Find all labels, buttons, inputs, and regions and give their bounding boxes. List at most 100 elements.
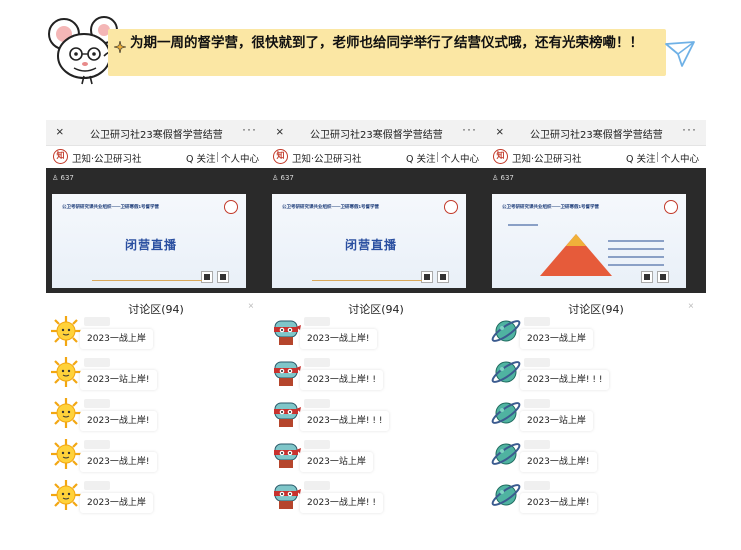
message-bubble: 2023一战上岸! [300, 329, 377, 349]
username-blurred [84, 440, 110, 449]
close-icon[interactable]: × [688, 301, 694, 312]
qr-code-icon [641, 271, 653, 283]
logo-seal-icon [224, 200, 238, 214]
slide-title: 公卫考研研究课共业组织——卫研寒假1号督学营 [62, 204, 160, 209]
username-blurred [304, 440, 330, 449]
message-bubble: 2023一战上岸! ! ! [300, 411, 390, 431]
username-blurred [304, 317, 330, 326]
live-video[interactable]: ♙ 637 公卫考研研究课共业组织——卫研寒假1号督学营 闭营直播 [266, 168, 486, 293]
qr-code-icon [437, 271, 449, 283]
channel-logo[interactable]: 知 [273, 149, 288, 164]
chat-message: 2023一站上岸 [266, 438, 486, 482]
chat-message: 2023一战上岸! ! [266, 479, 486, 522]
channel-logo[interactable]: 知 [493, 149, 508, 164]
follow-button[interactable]: Q 关注 [626, 151, 656, 165]
window-header: × 公卫研习社23寒假督学营结营 ··· [266, 120, 486, 146]
live-video[interactable]: ♙ 637 公卫考研研究课共业组织——卫研寒假1号督学营 闭营直播 [46, 168, 266, 293]
divider [92, 280, 202, 281]
divider [657, 152, 658, 162]
channel-name[interactable]: 卫知·公卫研习社 [72, 151, 142, 165]
close-icon[interactable]: × [56, 124, 64, 139]
channel-name[interactable]: 卫知·公卫研习社 [512, 151, 582, 165]
planet-avatar[interactable] [490, 315, 522, 347]
username-blurred [524, 317, 550, 326]
username-blurred [304, 399, 330, 408]
discussion-area: 讨论区(94) × 2023一战上岸 2023一战上岸! ! ! 2023一站上岸 2… [486, 293, 706, 522]
robot-avatar[interactable] [270, 479, 302, 511]
sun-avatar[interactable] [50, 397, 82, 429]
slide-frame: 公卫考研研究课共业组织——卫研寒假1号督学营 闭营直播 [52, 194, 246, 288]
slide-heading: 闭营直播 [124, 238, 177, 252]
chat-message: 2023一站上岸 [486, 397, 706, 441]
username-blurred [84, 358, 110, 367]
planet-avatar[interactable] [490, 356, 522, 388]
message-bubble: 2023一战上岸! [520, 452, 597, 472]
robot-avatar[interactable] [270, 356, 302, 388]
close-icon[interactable]: × [496, 124, 504, 139]
qr-code-icon [217, 271, 229, 283]
robot-avatar[interactable] [270, 397, 302, 429]
paper-plane-icon [665, 41, 695, 67]
username-blurred [524, 481, 550, 490]
robot-avatar[interactable] [270, 315, 302, 347]
divider [312, 280, 422, 281]
text-line [608, 256, 664, 258]
text-line [608, 248, 664, 250]
personal-center-link[interactable]: 个人中心 [661, 151, 699, 165]
sun-avatar[interactable] [50, 479, 82, 511]
sparkle-icon [114, 41, 126, 53]
chat-message: 2023一站上岸! [46, 356, 266, 400]
close-icon[interactable]: × [276, 124, 284, 139]
chat-message: 2023一战上岸! [486, 438, 706, 482]
channel-logo[interactable]: 知 [53, 149, 68, 164]
slide-frame: 公卫考研研究课共业组织——卫研寒假1号督学营 [492, 194, 686, 288]
slide-title: 公卫考研研究课共业组织——卫研寒假1号督学营 [282, 204, 380, 209]
divider [437, 152, 438, 162]
planet-avatar[interactable] [490, 479, 522, 511]
chat-message: 2023一战上岸! [486, 479, 706, 522]
text-line [608, 264, 664, 266]
username-blurred [304, 358, 330, 367]
more-icon[interactable]: ··· [682, 122, 697, 136]
message-bubble: 2023一站上岸 [300, 452, 373, 472]
text-line [608, 240, 664, 242]
personal-center-link[interactable]: 个人中心 [441, 151, 479, 165]
sun-avatar[interactable] [50, 438, 82, 470]
close-icon[interactable]: × [248, 301, 254, 312]
username-blurred [524, 399, 550, 408]
planet-avatar[interactable] [490, 397, 522, 429]
more-icon[interactable]: ··· [242, 122, 257, 136]
qr-code-icon [657, 271, 669, 283]
message-bubble: 2023一战上岸! ! ! [520, 370, 610, 390]
discussion-area: 讨论区(94) 2023一战上岸! 2023一战上岸! ! 2023一战上岸! ! … [266, 293, 486, 522]
more-icon[interactable]: ··· [462, 122, 477, 136]
slide-frame: 公卫考研研究课共业组织——卫研寒假1号督学营 闭营直播 [272, 194, 466, 288]
message-bubble: 2023一战上岸! [80, 452, 157, 472]
qr-code-icon [201, 271, 213, 283]
username-blurred [524, 358, 550, 367]
chat-message: 2023一战上岸! ! [266, 356, 486, 400]
username-blurred [84, 481, 110, 490]
robot-avatar[interactable] [270, 438, 302, 470]
planet-avatar[interactable] [490, 438, 522, 470]
window-header: × 公卫研习社23寒假督学营结营 ··· [46, 120, 266, 146]
username-blurred [84, 317, 110, 326]
chat-message: 2023一战上岸 [46, 479, 266, 522]
message-bubble: 2023一战上岸! [80, 411, 157, 431]
follow-button[interactable]: Q 关注 [186, 151, 216, 165]
discussion-area: 讨论区(94) × 2023一战上岸 2023一站上岸! 2023一战上岸! 2023… [46, 293, 266, 522]
chat-message: 2023一战上岸! [46, 438, 266, 482]
live-video[interactable]: ♙ 637 公卫考研研究课共业组织——卫研寒假1号督学营 [486, 168, 706, 293]
follow-button[interactable]: Q 关注 [406, 151, 436, 165]
channel-name[interactable]: 卫知·公卫研习社 [292, 151, 362, 165]
window-header: × 公卫研习社23寒假督学营结营 ··· [486, 120, 706, 146]
viewer-count: ♙ 637 [272, 174, 294, 182]
username-blurred [304, 481, 330, 490]
sun-avatar[interactable] [50, 315, 82, 347]
sun-avatar[interactable] [50, 356, 82, 388]
page-title: 公卫研习社23寒假督学营结营 [90, 130, 223, 140]
viewer-count: ♙ 637 [492, 174, 514, 182]
screenshot-panel-3: × 公卫研习社23寒假督学营结营 ··· 知 卫知·公卫研习社 Q 关注 个人中… [486, 120, 706, 522]
username-blurred [84, 399, 110, 408]
personal-center-link[interactable]: 个人中心 [221, 151, 259, 165]
